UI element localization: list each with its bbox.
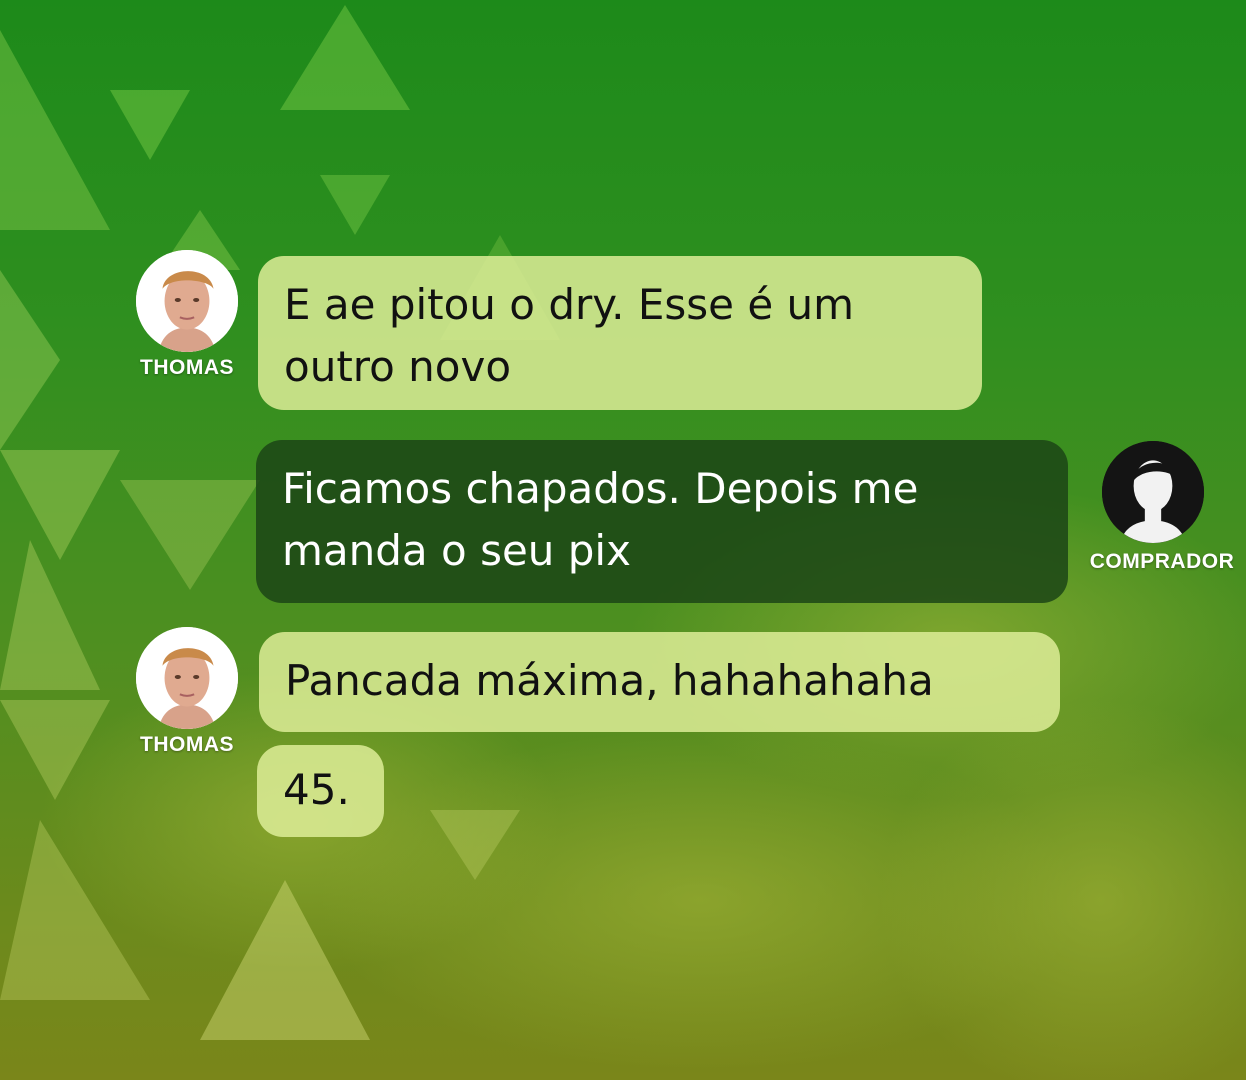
anonymous-silhouette-icon [1102,441,1204,543]
person-photo-icon [136,627,238,729]
sender-label-comprador: COMPRADOR [1089,550,1235,573]
sender-label-thomas: THOMAS [140,733,234,756]
message-bubble: E ae pitou o dry. Esse é um outro novo [258,256,982,410]
comprador-avatar [1102,441,1204,543]
thomas-avatar [136,627,238,729]
person-photo-icon [136,250,238,352]
message-bubble: Pancada máxima, hahahahaha [259,632,1060,732]
message-bubble: Ficamos chapados. Depois me manda o seu … [256,440,1068,603]
message-bubble: 45. [257,745,384,837]
sender-label-thomas: THOMAS [140,356,234,379]
thomas-avatar [136,250,238,352]
